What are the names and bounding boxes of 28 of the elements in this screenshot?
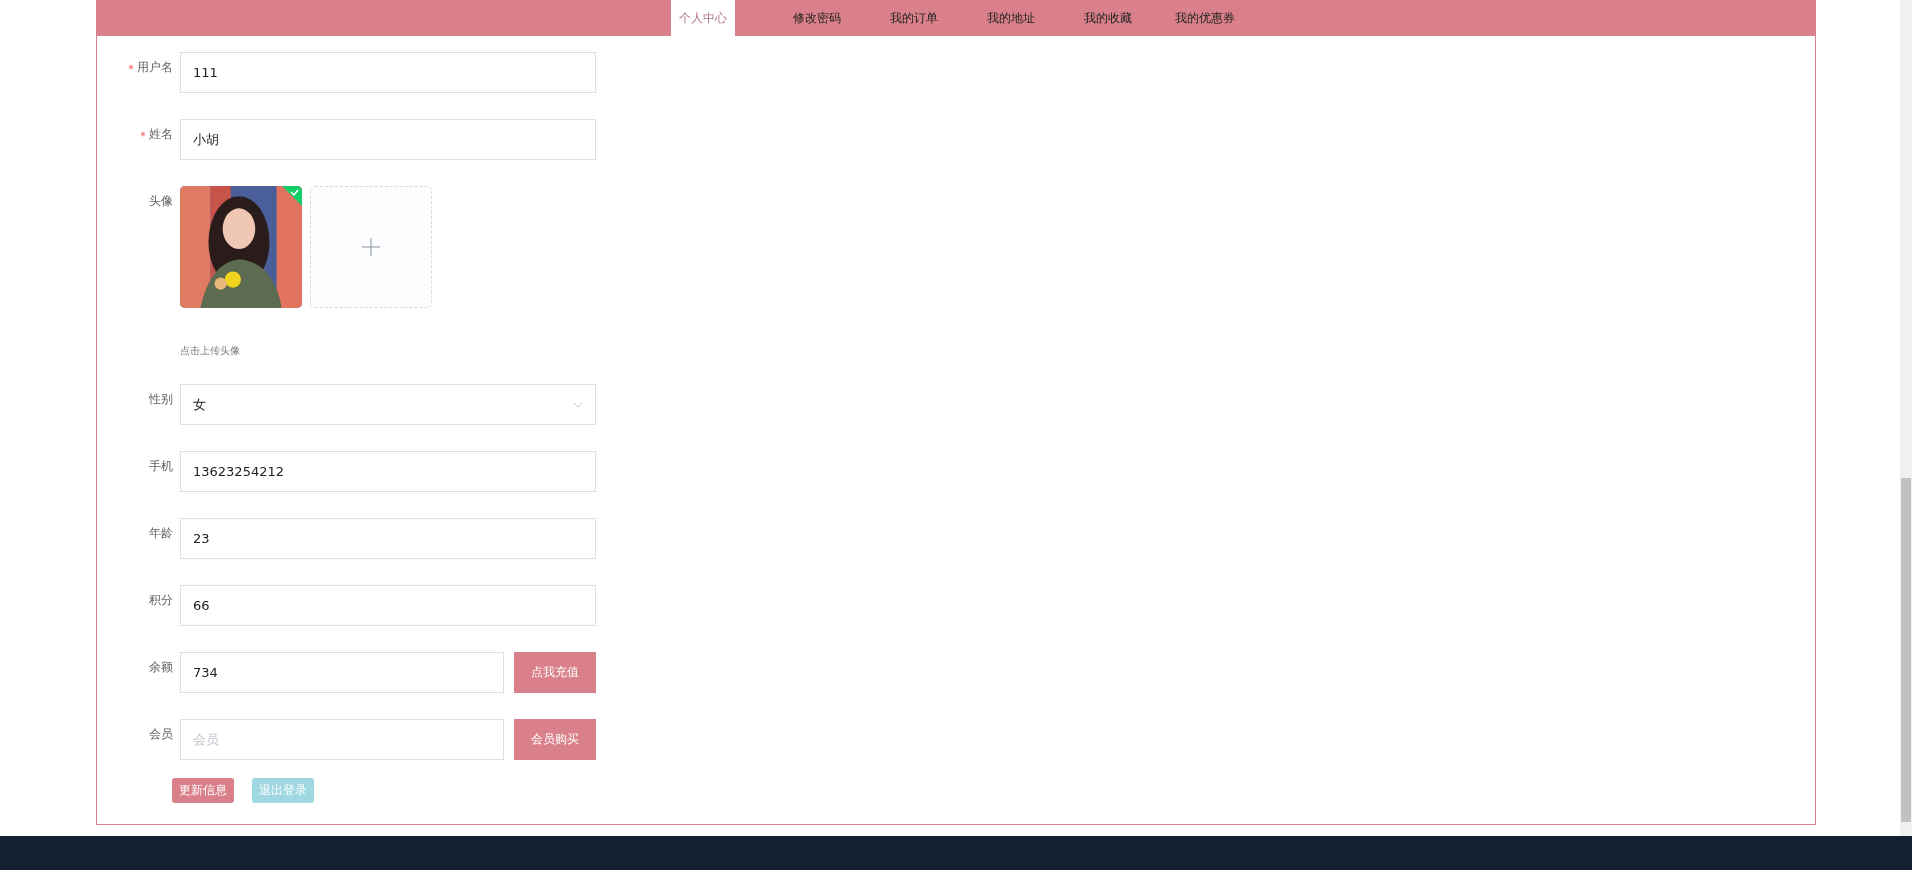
plus-icon bbox=[361, 237, 381, 257]
field-label: 积分 bbox=[149, 591, 173, 609]
field-label: 头像 bbox=[149, 192, 173, 210]
nav-tab[interactable]: 个人中心 bbox=[671, 0, 735, 36]
input-field[interactable]: 13623254212 bbox=[180, 451, 596, 492]
select-field[interactable]: 女 bbox=[180, 384, 596, 425]
nav-tab[interactable]: 我的地址 bbox=[962, 0, 1059, 36]
field-label: 手机 bbox=[149, 457, 173, 475]
input-field[interactable]: 734 bbox=[180, 652, 504, 693]
field-label: 姓名 bbox=[149, 125, 173, 143]
scrollbar[interactable] bbox=[1900, 0, 1912, 836]
upload-hint: 点击上传头像 bbox=[180, 344, 241, 358]
field-label: 会员 bbox=[149, 725, 173, 743]
nav-tab[interactable]: 我的订单 bbox=[865, 0, 962, 36]
field-label: 年龄 bbox=[149, 524, 173, 542]
field-label: 用户名 bbox=[137, 58, 173, 76]
input-field[interactable]: 小胡 bbox=[180, 119, 596, 160]
field-label: 性别 bbox=[149, 390, 173, 408]
input-field[interactable]: 111 bbox=[180, 52, 596, 93]
nav-tab[interactable]: 我的收藏 bbox=[1059, 0, 1156, 36]
field-label: 余额 bbox=[149, 658, 173, 676]
input-field[interactable]: 会员 bbox=[180, 719, 504, 760]
nav-tab[interactable]: 我的优惠券 bbox=[1156, 0, 1253, 36]
input-field[interactable]: 23 bbox=[180, 518, 596, 559]
upload-button[interactable] bbox=[310, 186, 432, 308]
input-field[interactable]: 66 bbox=[180, 585, 596, 626]
nav-tab[interactable]: 修改密码 bbox=[768, 0, 865, 36]
chevron-down-icon bbox=[573, 401, 583, 408]
